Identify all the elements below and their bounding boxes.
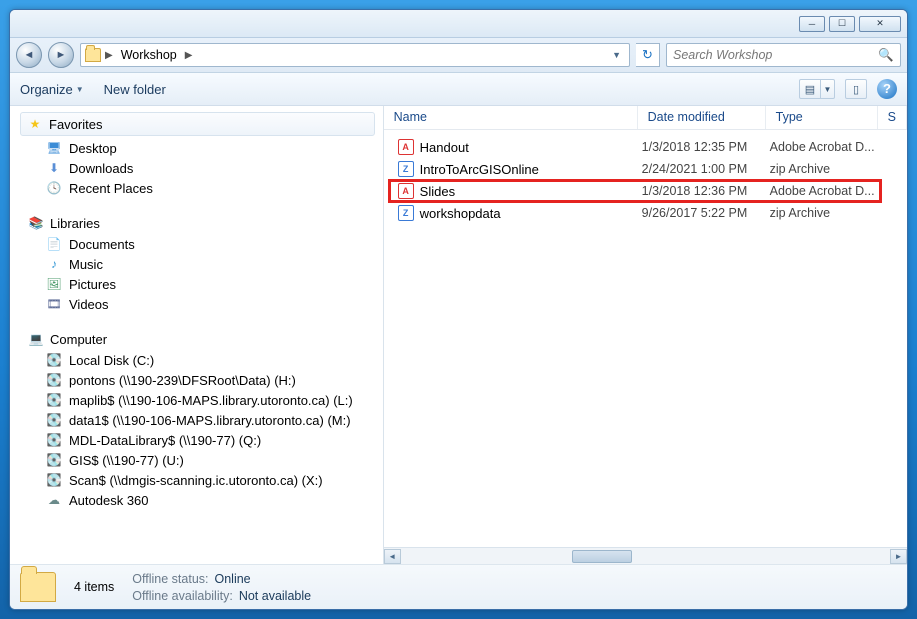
sidebar-drive[interactable]: 💽data1$ (\\190-106-MAPS.library.utoronto… (18, 410, 383, 430)
sidebar-downloads[interactable]: ⬇Downloads (18, 158, 383, 178)
search-placeholder: Search Workshop (673, 48, 772, 62)
sidebar-drive[interactable]: ☁Autodesk 360 (18, 490, 383, 510)
back-button[interactable]: ◄ (16, 42, 42, 68)
chevron-right-icon: ▶ (105, 50, 113, 61)
navigation-pane[interactable]: ★ Favorites 🖥Desktop ⬇Downloads 🕓Recent … (10, 106, 384, 564)
file-list-pane: Name Date modified Type S AHandout 1/3/2… (384, 106, 907, 564)
disk-icon: 💽 (46, 352, 62, 368)
network-drive-icon: 💽 (46, 412, 62, 428)
file-list[interactable]: AHandout 1/3/2018 12:35 PM Adobe Acrobat… (384, 130, 907, 547)
sidebar-music[interactable]: ♪Music (18, 254, 383, 274)
column-date[interactable]: Date modified (638, 106, 766, 129)
zip-icon: Z (398, 205, 414, 221)
search-icon: 🔍 (878, 48, 894, 63)
address-bar: ◄ ► ▶ Workshop ▶ ▼ ↻ Search Workshop 🔍 (10, 38, 907, 73)
sidebar-computer[interactable]: 💻Computer (18, 328, 383, 350)
pdf-icon: A (398, 183, 414, 199)
sidebar-libraries[interactable]: 📚Libraries (18, 212, 383, 234)
computer-icon: 💻 (28, 331, 44, 347)
help-button[interactable]: ? (877, 79, 897, 99)
view-options-dropdown[interactable]: ▼ (821, 79, 835, 99)
scroll-track[interactable] (401, 549, 890, 564)
forward-button[interactable]: ► (48, 42, 74, 68)
scroll-right-button[interactable]: ► (890, 549, 907, 564)
sidebar-drive[interactable]: 💽MDL-DataLibrary$ (\\190-77) (Q:) (18, 430, 383, 450)
maximize-button[interactable]: ☐ (829, 16, 855, 32)
sidebar-pictures[interactable]: 🖼Pictures (18, 274, 383, 294)
offline-status-label: Offline status: (132, 572, 208, 586)
offline-availability-value: Not available (239, 589, 311, 603)
sidebar-favorites[interactable]: ★ Favorites (20, 112, 375, 136)
column-name[interactable]: Name (384, 106, 638, 129)
breadcrumb[interactable]: ▶ Workshop ▶ ▼ (80, 43, 630, 67)
column-headers: Name Date modified Type S (384, 106, 907, 130)
chevron-down-icon[interactable]: ▼ (608, 50, 625, 60)
view-options-button[interactable]: ▤ (799, 79, 821, 99)
column-size[interactable]: S (878, 106, 907, 129)
offline-status-value: Online (215, 572, 251, 586)
search-input[interactable]: Search Workshop 🔍 (666, 43, 901, 67)
folder-icon (20, 572, 56, 602)
sidebar-desktop[interactable]: 🖥Desktop (18, 138, 383, 158)
recent-icon: 🕓 (46, 180, 62, 196)
scroll-left-button[interactable]: ◄ (384, 549, 401, 564)
refresh-button[interactable]: ↻ (636, 43, 660, 67)
desktop-icon: 🖥 (46, 140, 62, 156)
network-drive-icon: 💽 (46, 432, 62, 448)
network-drive-icon: 💽 (46, 452, 62, 468)
sidebar-drive[interactable]: 💽GIS$ (\\190-77) (U:) (18, 450, 383, 470)
star-icon: ★ (27, 116, 43, 132)
close-button[interactable]: ✕ (859, 16, 901, 32)
preview-pane-button[interactable]: ▯ (845, 79, 867, 99)
chevron-right-icon: ▶ (185, 50, 193, 61)
sidebar-documents[interactable]: 📄Documents (18, 234, 383, 254)
sidebar-drive[interactable]: 💽Scan$ (\\dmgis-scanning.ic.utoronto.ca)… (18, 470, 383, 490)
offline-availability-label: Offline availability: (132, 589, 233, 603)
sidebar-drive[interactable]: 💽pontons (\\190-239\DFSRoot\Data) (H:) (18, 370, 383, 390)
pdf-icon: A (398, 139, 414, 155)
zip-icon: Z (398, 161, 414, 177)
minimize-button[interactable]: ─ (799, 16, 825, 32)
file-row[interactable]: ASlides 1/3/2018 12:36 PM Adobe Acrobat … (384, 180, 907, 202)
file-row[interactable]: AHandout 1/3/2018 12:35 PM Adobe Acrobat… (384, 136, 907, 158)
scroll-thumb[interactable] (572, 550, 632, 563)
network-drive-icon: 💽 (46, 372, 62, 388)
content-area: ★ Favorites 🖥Desktop ⬇Downloads 🕓Recent … (10, 106, 907, 564)
item-count: 4 items (74, 580, 114, 594)
file-row[interactable]: Zworkshopdata 9/26/2017 5:22 PM zip Arch… (384, 202, 907, 224)
pictures-icon: 🖼 (46, 276, 62, 292)
chevron-down-icon: ▼ (76, 85, 84, 94)
column-type[interactable]: Type (766, 106, 878, 129)
horizontal-scrollbar[interactable]: ◄ ► (384, 547, 907, 564)
explorer-window: ─ ☐ ✕ ◄ ► ▶ Workshop ▶ ▼ ↻ Search Worksh… (9, 9, 908, 610)
titlebar: ─ ☐ ✕ (10, 10, 907, 38)
sidebar-recent[interactable]: 🕓Recent Places (18, 178, 383, 198)
documents-icon: 📄 (46, 236, 62, 252)
videos-icon: 🎞 (46, 296, 62, 312)
sidebar-videos[interactable]: 🎞Videos (18, 294, 383, 314)
libraries-icon: 📚 (28, 215, 44, 231)
network-drive-icon: 💽 (46, 472, 62, 488)
breadcrumb-folder[interactable]: Workshop (117, 46, 181, 64)
toolbar: Organize ▼ New folder ▤ ▼ ▯ ? (10, 73, 907, 106)
sidebar-drive[interactable]: 💽Local Disk (C:) (18, 350, 383, 370)
file-row[interactable]: ZIntroToArcGISOnline 2/24/2021 1:00 PM z… (384, 158, 907, 180)
organize-menu[interactable]: Organize ▼ (20, 82, 84, 97)
folder-icon (85, 48, 101, 62)
status-bar: 4 items Offline status: Online Offline av… (10, 564, 907, 609)
sidebar-drive[interactable]: 💽maplib$ (\\190-106-MAPS.library.utoront… (18, 390, 383, 410)
network-drive-icon: 💽 (46, 392, 62, 408)
cloud-drive-icon: ☁ (46, 492, 62, 508)
music-icon: ♪ (46, 256, 62, 272)
new-folder-button[interactable]: New folder (104, 82, 166, 97)
downloads-icon: ⬇ (46, 160, 62, 176)
